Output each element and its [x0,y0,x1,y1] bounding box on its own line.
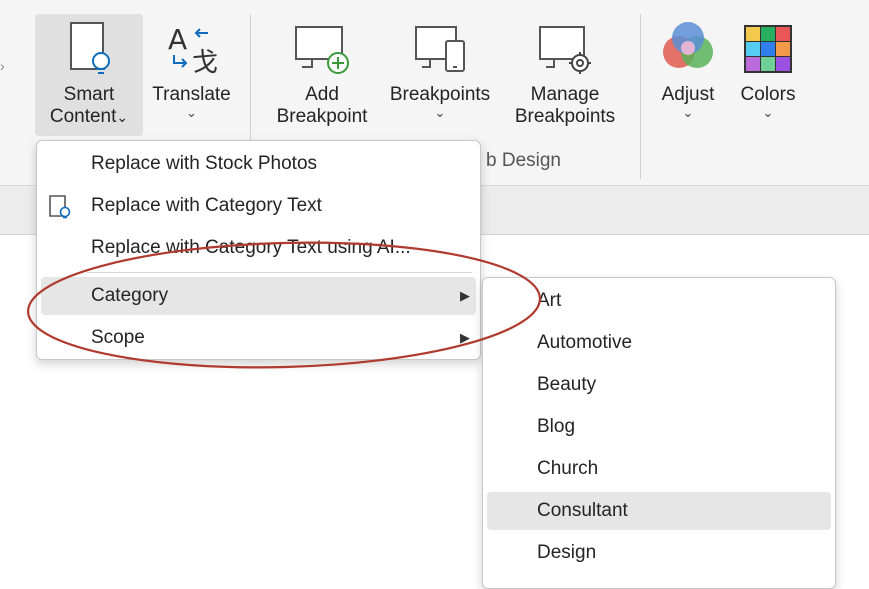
ribbon-left-edge: › [0,58,5,74]
chevron-right-icon: ▶ [460,288,470,303]
svg-text:A: A [168,23,187,56]
document-lightbulb-icon [61,14,117,84]
menu-item-replace-category-text-ai[interactable]: Replace with Category Text using AI... [41,229,476,267]
add-breakpoint-button[interactable]: Add Breakpoint [262,14,382,136]
colors-label: Colors [740,84,796,105]
submenu-item-label: Beauty [537,374,597,395]
translate-label: Translate [152,84,231,105]
smart-content-button[interactable]: Smart Content⌄ [35,14,143,136]
chevron-down-icon: ⌄ [682,105,694,120]
color-circles-icon [657,14,719,84]
smart-content-menu: Replace with Stock Photos Replace with C… [36,140,481,360]
menu-item-replace-category-text[interactable]: Replace with Category Text [41,187,476,225]
color-grid-icon [740,14,796,84]
monitor-gear-icon [534,14,596,84]
breakpoints-label: Breakpoints [389,84,491,105]
translate-icon: A 戈 [162,14,222,84]
submenu-item-label: Church [537,458,599,479]
submenu-item-label: Consultant [537,500,628,521]
colors-button[interactable]: Colors ⌄ [732,14,804,136]
menu-item-category[interactable]: Category ▶ [41,277,476,315]
manage-breakpoints-button[interactable]: Manage Breakpoints [505,14,625,136]
smart-content-label-1: Smart [63,84,115,105]
adjust-label: Adjust [661,84,715,105]
submenu-item-label: Art [537,290,562,311]
chevron-right-icon: ▶ [460,330,470,345]
menu-item-label: Replace with Stock Photos [91,153,318,174]
ribbon-separator [640,14,641,179]
category-submenu: Art Automotive Beauty Blog Church Consul… [482,277,836,589]
menu-item-label: Scope [91,327,145,348]
manage-breakpoints-label-2: Breakpoints [514,106,616,127]
smart-content-label-2-text: Content [49,106,117,127]
svg-text:戈: 戈 [192,48,218,78]
menu-divider [87,272,472,273]
submenu-item-label: Blog [537,416,576,437]
smart-content-label-2: Content⌄ [50,106,128,128]
manage-breakpoints-label-1: Manage [530,84,600,105]
translate-button[interactable]: A 戈 Translate ⌄ [144,14,239,136]
breakpoints-button[interactable]: Breakpoints ⌄ [380,14,500,136]
submenu-item-automotive[interactable]: Automotive [487,324,831,362]
submenu-item-consultant[interactable]: Consultant [487,492,831,530]
monitor-devices-icon [410,14,470,84]
submenu-item-label: Design [537,542,597,563]
adjust-button[interactable]: Adjust ⌄ [653,14,723,136]
monitor-add-icon [288,14,356,84]
group-label-web-design: b Design [486,150,561,171]
submenu-item-design[interactable]: Design [487,534,831,572]
menu-item-label: Category [91,285,169,306]
submenu-item-art[interactable]: Art [487,282,831,320]
submenu-item-blog[interactable]: Blog [487,408,831,446]
menu-item-scope[interactable]: Scope ▶ [41,319,476,357]
menu-item-label: Replace with Category Text [91,195,322,216]
add-breakpoint-label-2: Breakpoint [276,106,368,127]
submenu-item-church[interactable]: Church [487,450,831,488]
menu-item-label: Replace with Category Text using AI... [91,237,411,258]
chevron-down-icon: ⌄ [434,105,446,120]
menu-item-replace-stock-photos[interactable]: Replace with Stock Photos [41,145,476,183]
chevron-down-icon: ⌄ [116,109,129,125]
submenu-item-beauty[interactable]: Beauty [487,366,831,404]
chevron-down-icon: ⌄ [762,105,774,120]
chevron-down-icon: ⌄ [186,105,197,120]
add-breakpoint-label-1: Add [305,84,339,105]
document-lightbulb-icon [47,194,73,234]
submenu-item-label: Automotive [537,332,633,353]
